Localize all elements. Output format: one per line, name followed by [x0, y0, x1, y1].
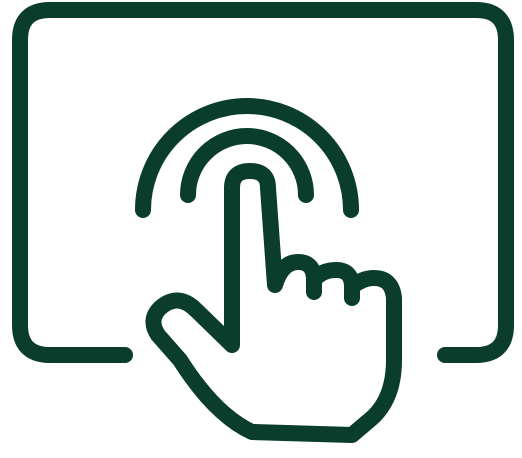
touch-screen-tap-graphic [12, 2, 514, 443]
tap-ripple-outer-icon [135, 98, 359, 218]
touch-screen-tap-icon [0, 0, 522, 458]
